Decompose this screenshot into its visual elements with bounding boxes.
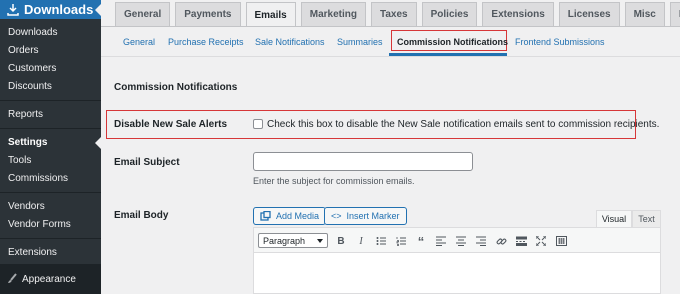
- sidebar-item-orders[interactable]: Orders: [8, 45, 39, 56]
- sidebar-item-extensions[interactable]: Extensions: [8, 247, 57, 258]
- download-icon: [7, 3, 19, 16]
- disable-alerts-checkbox[interactable]: [253, 119, 263, 129]
- sidebar-item-settings[interactable]: Settings: [8, 137, 47, 148]
- email-body-label: Email Body: [114, 210, 169, 221]
- tab-fes[interactable]: FES: [669, 2, 680, 26]
- sidebar-item-vendors[interactable]: Vendors: [8, 201, 45, 212]
- email-subnav: General Purchase Receipts Sale Notificat…: [101, 30, 680, 57]
- chevron-down-icon: [317, 239, 323, 243]
- tab-text[interactable]: Text: [632, 210, 661, 227]
- add-media-label: Add Media: [276, 211, 320, 221]
- tab-extensions[interactable]: Extensions: [482, 2, 554, 26]
- subnav-commission-notifications[interactable]: Commission Notifications: [397, 37, 508, 47]
- editor-body[interactable]: [253, 253, 661, 294]
- sidebar-separator: [0, 192, 101, 193]
- subnav-divider: [101, 56, 680, 57]
- sidebar-item-customers[interactable]: Customers: [8, 63, 56, 74]
- sidebar-submenu: Downloads Orders Customers Discounts Rep…: [0, 19, 101, 264]
- sidebar-bottom-label: Appearance: [22, 273, 76, 285]
- sidebar-top-label: Downloads: [24, 2, 94, 17]
- fullscreen-icon[interactable]: [534, 234, 548, 248]
- sidebar-menu-appearance[interactable]: Appearance: [0, 264, 101, 294]
- editor-toolbar: Paragraph B I “: [253, 227, 661, 253]
- align-right-icon[interactable]: [474, 234, 488, 248]
- section-title: Commission Notifications: [114, 82, 238, 93]
- add-media-button[interactable]: Add Media: [253, 207, 327, 225]
- tab-licenses[interactable]: Licenses: [558, 2, 620, 26]
- tab-policies[interactable]: Policies: [421, 2, 478, 26]
- media-icon: [260, 210, 271, 221]
- sidebar-item-vendor-forms[interactable]: Vendor Forms: [8, 219, 71, 230]
- format-select-value: Paragraph: [263, 235, 306, 246]
- insert-marker-button[interactable]: <> Insert Marker: [324, 207, 407, 225]
- align-left-icon[interactable]: [434, 234, 448, 248]
- email-subject-label: Email Subject: [114, 157, 180, 168]
- sidebar-item-discounts[interactable]: Discounts: [8, 81, 52, 92]
- settings-tabs: General Payments Emails Marketing Taxes …: [115, 0, 680, 27]
- sidebar-separator: [0, 128, 101, 129]
- tab-taxes[interactable]: Taxes: [370, 2, 417, 26]
- sidebar-menu-downloads[interactable]: Downloads: [0, 0, 101, 19]
- sidebar-item-tools[interactable]: Tools: [8, 155, 31, 166]
- email-subject-input[interactable]: [253, 152, 473, 171]
- settings-main: General Payments Emails Marketing Taxes …: [101, 0, 680, 294]
- subnav-summaries[interactable]: Summaries: [337, 37, 383, 47]
- paintbrush-icon: [8, 273, 17, 283]
- insert-marker-label: Insert Marker: [346, 211, 400, 221]
- tab-emails[interactable]: Emails: [245, 2, 296, 27]
- sidebar-item-downloads[interactable]: Downloads: [8, 27, 57, 38]
- email-subject-help: Enter the subject for commission emails.: [253, 176, 415, 186]
- disable-alerts-description: Check this box to disable the New Sale n…: [267, 119, 660, 130]
- admin-sidebar: Downloads Downloads Orders Customers Dis…: [0, 0, 101, 294]
- tab-general[interactable]: General: [115, 2, 171, 26]
- subnav-purchase-receipts[interactable]: Purchase Receipts: [168, 37, 244, 47]
- blockquote-icon[interactable]: “: [414, 234, 428, 249]
- sidebar-item-commissions[interactable]: Commissions: [8, 173, 68, 184]
- tab-visual[interactable]: Visual: [596, 210, 632, 227]
- subnav-frontend-submissions[interactable]: Frontend Submissions: [515, 37, 605, 47]
- align-center-icon[interactable]: [454, 234, 468, 248]
- tab-marketing[interactable]: Marketing: [300, 2, 366, 26]
- subnav-sale-notifications[interactable]: Sale Notifications: [255, 37, 325, 47]
- bullet-list-icon[interactable]: [374, 234, 388, 248]
- tab-misc[interactable]: Misc: [624, 2, 665, 26]
- sidebar-item-reports[interactable]: Reports: [8, 109, 43, 120]
- disable-alerts-label: Disable New Sale Alerts: [114, 119, 228, 130]
- format-select[interactable]: Paragraph: [258, 233, 328, 248]
- read-more-icon[interactable]: [514, 234, 528, 248]
- toolbar-toggle-icon[interactable]: [554, 234, 568, 248]
- subnav-general[interactable]: General: [123, 37, 155, 47]
- numbered-list-icon[interactable]: [394, 234, 408, 248]
- code-icon: <>: [331, 211, 342, 221]
- sidebar-separator: [0, 238, 101, 239]
- tab-payments[interactable]: Payments: [175, 2, 241, 26]
- bold-icon[interactable]: B: [334, 234, 348, 248]
- sidebar-separator: [0, 100, 101, 101]
- tabs-divider: [101, 26, 680, 27]
- link-icon[interactable]: [494, 234, 508, 248]
- italic-icon[interactable]: I: [354, 234, 368, 248]
